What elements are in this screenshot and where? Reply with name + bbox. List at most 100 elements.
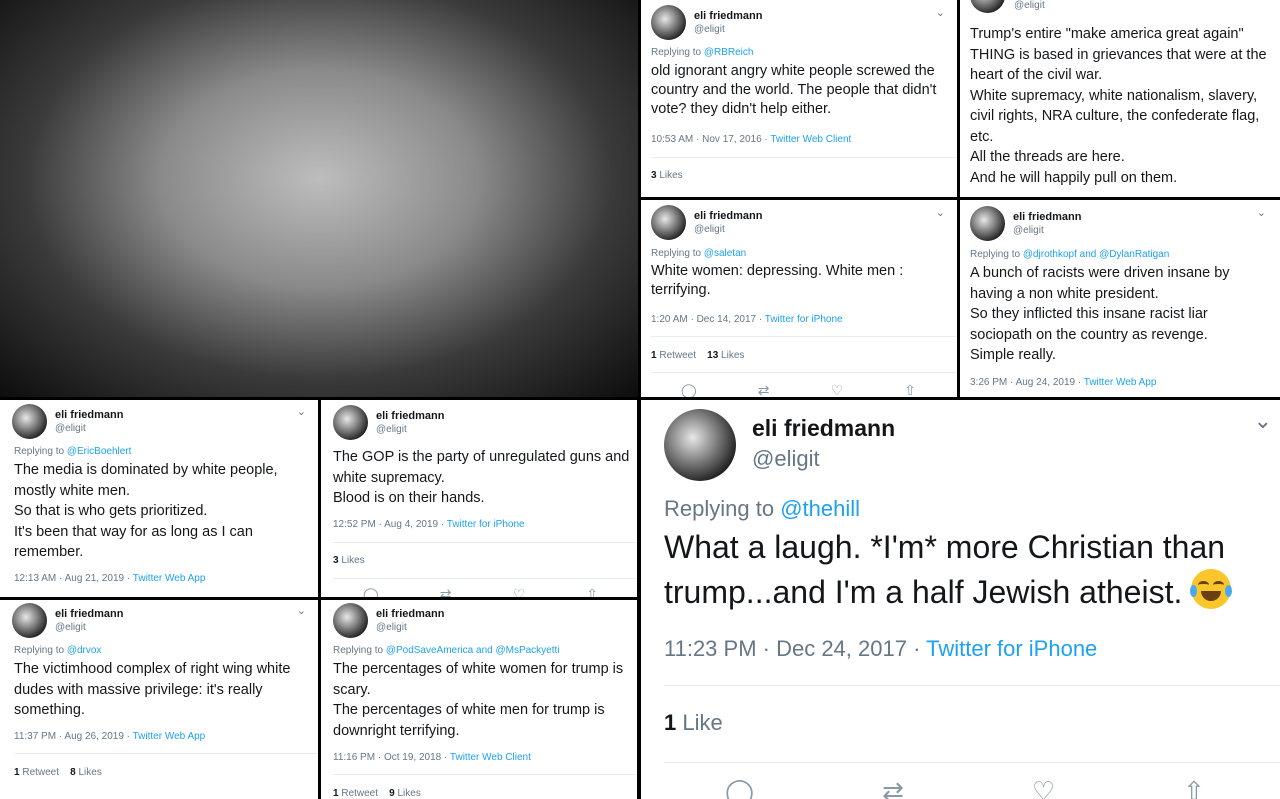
divider: [651, 336, 957, 337]
handle[interactable]: @eligit: [752, 446, 895, 472]
tweet-card-podsaveamerica: eli friedmann @eligit Replying to @PodSa…: [321, 600, 637, 799]
chevron-down-icon[interactable]: ⌄: [936, 6, 945, 19]
chevron-down-icon[interactable]: ⌄: [297, 405, 306, 418]
reply-mention-link[interactable]: @EricBoehlert: [67, 446, 132, 457]
handle[interactable]: @eligit: [55, 423, 123, 434]
tweet-time[interactable]: 11:37 PM · Aug 26, 2019 ·: [14, 731, 133, 742]
tweet-text: A bunch of racists were driven insane by…: [970, 265, 1230, 364]
retweets-label[interactable]: Retweet: [339, 788, 378, 799]
avatar[interactable]: [333, 405, 368, 440]
handle[interactable]: @eligit: [376, 424, 444, 435]
tweet-client-link[interactable]: Twitter Web Client: [450, 752, 531, 763]
face-with-tears-of-joy-icon: [1190, 569, 1233, 610]
avatar[interactable]: [651, 5, 686, 40]
tweet-card-drvox: eli friedmann @eligit ⌄ Replying to @drv…: [0, 600, 318, 799]
tweet-client-link[interactable]: Twitter for iPhone: [765, 314, 843, 325]
tweet-text: The GOP is the party of unregulated guns…: [333, 449, 630, 507]
divider: [14, 753, 318, 754]
avatar[interactable]: [664, 409, 736, 481]
reply-mention-link[interactable]: @PodSaveAmerica and @MsPackyetti: [386, 645, 560, 656]
likes-label[interactable]: Likes: [76, 767, 101, 778]
avatar[interactable]: [333, 603, 368, 638]
likes-label[interactable]: Like: [676, 710, 722, 735]
tweet-time[interactable]: 11:23 PM · Dec 24, 2017 ·: [664, 636, 926, 661]
reply-mention-link[interactable]: @djrothkopf and @DylanRatigan: [1023, 249, 1170, 260]
display-name[interactable]: eli friedmann: [694, 10, 762, 22]
tweet-text: The media is dominated by white people, …: [14, 462, 278, 561]
retweet-icon[interactable]: ⇄: [882, 776, 904, 799]
tweet-card-saletan: eli friedmann @eligit ⌄ Replying to @sal…: [641, 200, 957, 397]
likes-label[interactable]: Likes: [718, 350, 744, 361]
retweet-icon[interactable]: ⇄: [758, 382, 770, 397]
handle[interactable]: @eligit: [55, 622, 123, 633]
tweet-text: The victimhood complex of right wing whi…: [14, 661, 291, 719]
likes-label[interactable]: Likes: [657, 170, 682, 181]
reply-icon[interactable]: ◯: [725, 776, 754, 799]
display-name[interactable]: eli friedmann: [694, 210, 762, 222]
tweet-text: Trump's entire "make america great again…: [970, 26, 1267, 187]
tweet-time[interactable]: 1:20 AM · Dec 14, 2017 ·: [651, 314, 765, 325]
tweet-client-link[interactable]: Twitter Web Client: [770, 134, 851, 145]
reply-icon[interactable]: ◯: [681, 382, 697, 397]
tweet-timestamp: 1:20 AM · Dec 14, 2017 · Twitter for iPh…: [651, 314, 843, 325]
tweet-client-link[interactable]: Twitter for iPhone: [447, 519, 525, 530]
avatar[interactable]: [651, 205, 686, 240]
handle[interactable]: @eligit: [1013, 225, 1081, 236]
tweet-actions: ◯ ⇄ ♡ ⇧: [681, 382, 916, 397]
reply-mention-link[interactable]: @saletan: [704, 248, 746, 259]
tweet-client-link[interactable]: Twitter Web App: [133, 731, 206, 742]
chevron-down-icon[interactable]: ⌄: [1254, 408, 1272, 434]
reply-mention-link[interactable]: @drvox: [67, 645, 102, 656]
heart-icon[interactable]: ♡: [831, 382, 844, 397]
retweets-label[interactable]: Retweet: [20, 767, 59, 778]
tweet-time[interactable]: 10:53 AM · Nov 17, 2016 ·: [651, 134, 770, 145]
avatar[interactable]: [970, 206, 1005, 241]
share-icon[interactable]: ⇧: [586, 586, 598, 597]
handle[interactable]: @eligit: [1014, 0, 1045, 11]
avatar[interactable]: [12, 404, 47, 439]
tweet-client-link[interactable]: Twitter for iPhone: [926, 636, 1097, 661]
handle[interactable]: @eligit: [694, 224, 762, 235]
likes-label[interactable]: Likes: [395, 788, 420, 799]
replying-prefix: Replying to: [970, 249, 1023, 260]
display-name[interactable]: eli friedmann: [1013, 211, 1081, 223]
tweet-card-maga: @eligit Trump's entire "make america gre…: [960, 0, 1280, 197]
tweet-time[interactable]: 12:13 AM · Aug 21, 2019 ·: [14, 573, 133, 584]
heart-icon[interactable]: ♡: [1032, 776, 1055, 799]
tweet-stats: 1 Retweet 9 Likes: [333, 788, 421, 799]
display-name[interactable]: eli friedmann: [55, 409, 123, 421]
reply-mention-link[interactable]: @thehill: [780, 496, 860, 521]
chevron-down-icon[interactable]: ⌄: [1257, 206, 1266, 219]
likes-count[interactable]: 1: [664, 710, 676, 735]
tweet-client-link[interactable]: Twitter Web App: [1084, 377, 1157, 388]
likes-count[interactable]: 13: [707, 350, 718, 361]
display-name[interactable]: eli friedmann: [752, 415, 895, 442]
portrait-photo: [0, 0, 638, 397]
display-name[interactable]: eli friedmann: [376, 410, 444, 422]
chevron-down-icon[interactable]: ⌄: [297, 604, 306, 617]
likes-label[interactable]: Likes: [339, 555, 364, 566]
replying-to: Replying to @djrothkopf and @DylanRatiga…: [970, 249, 1169, 260]
handle[interactable]: @eligit: [694, 24, 762, 35]
avatar[interactable]: [12, 603, 47, 638]
display-name[interactable]: eli friedmann: [55, 608, 123, 620]
share-icon[interactable]: ⇧: [1183, 776, 1205, 799]
tweet-card-gop: eli friedmann @eligit The GOP is the par…: [321, 400, 637, 597]
tweet-time[interactable]: 12:52 PM · Aug 4, 2019 ·: [333, 519, 447, 530]
tweet-client-link[interactable]: Twitter Web App: [133, 573, 206, 584]
reply-icon[interactable]: ◯: [363, 586, 379, 597]
share-icon[interactable]: ⇧: [904, 382, 916, 397]
tweet-stats: 3 Likes: [651, 170, 683, 181]
chevron-down-icon[interactable]: ⌄: [936, 206, 945, 219]
reply-mention-link[interactable]: @RBReich: [704, 47, 754, 58]
tweet-text: The percentages of white women for trump…: [333, 661, 624, 739]
handle[interactable]: @eligit: [376, 622, 444, 633]
tweet-time[interactable]: 11:16 PM · Oct 19, 2018 ·: [333, 752, 450, 763]
tweet-time[interactable]: 3:26 PM · Aug 24, 2019 ·: [970, 377, 1084, 388]
retweet-icon[interactable]: ⇄: [440, 586, 452, 597]
retweets-label[interactable]: Retweet: [657, 350, 696, 361]
display-name[interactable]: eli friedmann: [376, 608, 444, 620]
heart-icon[interactable]: ♡: [513, 586, 526, 597]
avatar[interactable]: [970, 0, 1005, 13]
tweet-stats: 1 Retweet 8 Likes: [14, 767, 102, 778]
